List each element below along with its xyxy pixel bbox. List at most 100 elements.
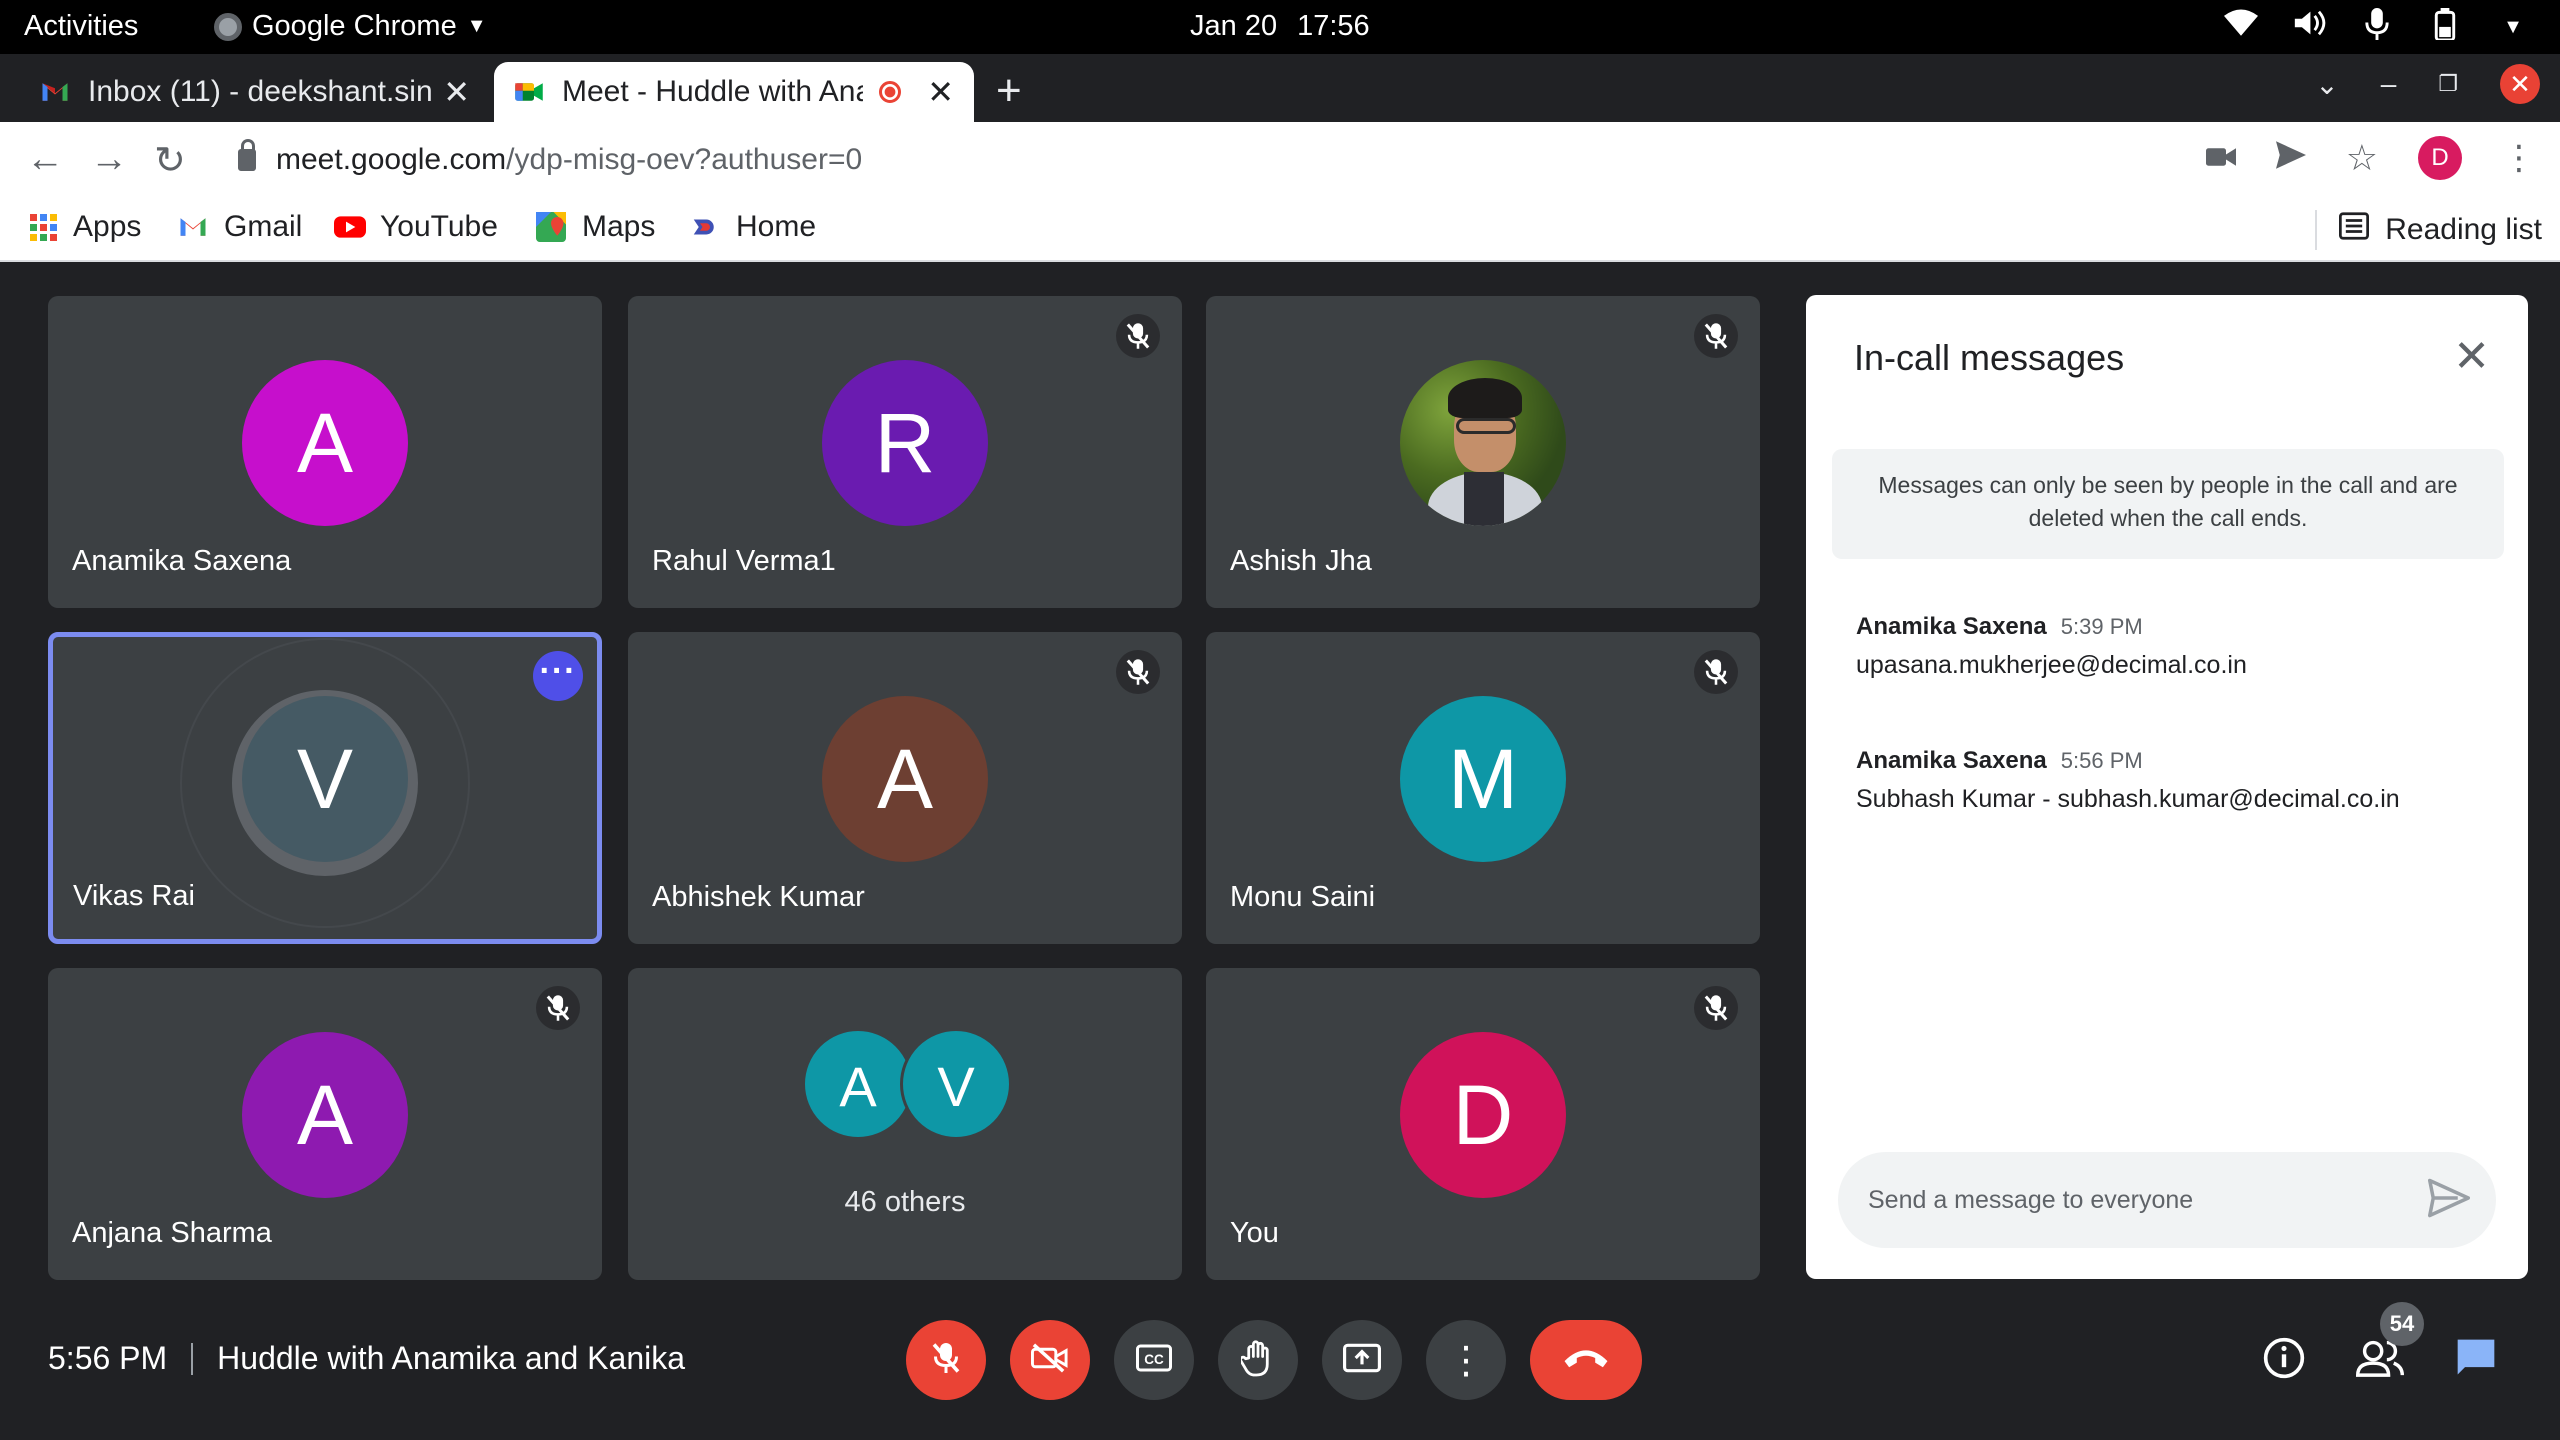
forward-icon[interactable]: → (90, 138, 128, 181)
avatar: D (1400, 1032, 1566, 1198)
browser-menu-icon[interactable]: ⋮ (2502, 138, 2536, 178)
present-icon (1343, 1343, 1381, 1378)
raise-hand-button[interactable] (1218, 1320, 1298, 1400)
window-controls: ⌄ – ❐ ✕ (2315, 64, 2540, 104)
send-icon[interactable] (2428, 1178, 2470, 1223)
reading-list-button[interactable]: Reading list (2315, 210, 2542, 250)
reload-icon[interactable]: ↻ (154, 138, 186, 183)
camera-toggle-button[interactable] (1010, 1320, 1090, 1400)
more-options-icon[interactable]: ··· (533, 651, 583, 701)
system-tray[interactable]: ▼ (2222, 8, 2532, 46)
apps-grid-icon (30, 213, 57, 241)
bookmarks-bar: Apps Gmail YouTube Maps Home Reading lis… (0, 198, 2560, 262)
bookmark-home[interactable]: Home (690, 210, 816, 244)
chrome-icon (214, 12, 242, 41)
in-call-messages-panel: In-call messages ✕ Messages can only be … (1806, 295, 2528, 1279)
captions-button[interactable]: CC (1114, 1320, 1194, 1400)
camera-indicator-icon[interactable] (2205, 139, 2236, 178)
bookmark-youtube[interactable]: YouTube (334, 210, 498, 244)
reading-list-label: Reading list (2385, 213, 2542, 246)
bookmark-label: Gmail (224, 210, 303, 243)
avatar: V (242, 696, 408, 862)
call-end-icon (1563, 1347, 1609, 1374)
chat-notice: Messages can only be seen by people in t… (1832, 449, 2504, 559)
leave-call-button[interactable] (1530, 1320, 1642, 1400)
caret-down-icon: ▼ (466, 15, 487, 37)
participant-name: Anjana Sharma (72, 1217, 272, 1249)
url-path: /ydp-misg-oev?authuser=0 (506, 143, 863, 176)
app-menu-label: Google Chrome (252, 10, 457, 42)
participant-name: You (1230, 1217, 1279, 1249)
participant-tile[interactable]: Ashish Jha (1206, 296, 1760, 608)
message-time: 5:56 PM (2060, 748, 2143, 773)
address-bar[interactable]: meet.google.com/ydp-misg-oev?authuser=0 (216, 130, 2216, 190)
avatar: A (822, 696, 988, 862)
chat-message: Anamika Saxena 5:56 PM Subhash Kumar - su… (1856, 747, 2400, 814)
message-sender: Anamika Saxena (1856, 747, 2047, 774)
more-options-button[interactable]: ⋮ (1426, 1320, 1506, 1400)
meeting-details-button[interactable] (2256, 1332, 2312, 1388)
participant-tile[interactable]: M Monu Saini (1206, 632, 1760, 944)
participant-tile[interactable]: A Abhishek Kumar (628, 632, 1182, 944)
message-input[interactable] (1868, 1176, 2408, 1224)
participant-tile-active-speaker[interactable]: V ··· Vikas Rai (48, 632, 602, 944)
back-icon[interactable]: ← (26, 138, 64, 181)
avatar: M (1400, 696, 1566, 862)
chat-button[interactable] (2448, 1332, 2504, 1388)
reading-list-icon (2339, 212, 2370, 248)
participant-tile[interactable]: R Rahul Verma1 (628, 296, 1182, 608)
meeting-time: 5:56 PM (48, 1340, 168, 1376)
bookmark-maps[interactable]: Maps (536, 210, 655, 244)
participant-tile[interactable]: A Anjana Sharma (48, 968, 602, 1280)
tab-search-icon[interactable]: ⌄ (2315, 68, 2338, 101)
send-tab-icon[interactable] (2275, 139, 2306, 178)
message-time: 5:39 PM (2060, 614, 2143, 639)
gmail-icon (40, 77, 70, 107)
tab-gmail[interactable]: Inbox (11) - deekshant.singh ✕ (20, 62, 490, 122)
restore-icon[interactable]: ❐ (2438, 71, 2458, 97)
more-vert-icon: ⋮ (1447, 1339, 1485, 1382)
message-text: upasana.mukherjee@decimal.co.in (1856, 651, 2247, 679)
microphone-toggle-button[interactable] (906, 1320, 986, 1400)
panel-title: In-call messages (1854, 337, 2125, 378)
mic-off-icon (1694, 650, 1738, 694)
bookmark-apps[interactable]: Apps (30, 210, 141, 244)
avatar: A (242, 360, 408, 526)
present-screen-button[interactable] (1322, 1320, 1402, 1400)
close-tab-icon[interactable]: ✕ (443, 73, 470, 111)
participant-name: Abhishek Kumar (652, 881, 865, 913)
clock-date: Jan 20 (1190, 10, 1278, 42)
self-tile[interactable]: D You (1206, 968, 1760, 1280)
clock[interactable]: Jan 20 17:56 (1190, 10, 1370, 43)
camera-off-icon (1031, 1343, 1069, 1378)
gmail-icon (178, 212, 208, 242)
bookmark-gmail[interactable]: Gmail (178, 210, 302, 244)
activities-button[interactable]: Activities (24, 10, 138, 43)
lock-icon[interactable] (238, 139, 256, 171)
close-tab-icon[interactable]: ✕ (927, 73, 954, 111)
minimize-icon[interactable]: – (2381, 68, 2397, 100)
info-icon (2262, 1336, 2306, 1385)
mic-off-icon (931, 1341, 961, 1380)
bookmark-label: YouTube (380, 210, 498, 243)
others-tile[interactable]: A V 46 others (628, 968, 1182, 1280)
closed-captions-icon: CC (1136, 1344, 1172, 1377)
svg-text:CC: CC (1144, 1352, 1164, 1367)
toolbar-actions: ☆ D ⋮ (2205, 136, 2536, 180)
close-window-icon[interactable]: ✕ (2500, 64, 2540, 104)
meeting-name: Huddle with Anamika and Kanika (217, 1340, 686, 1376)
app-menu[interactable]: Google Chrome ▼ (214, 10, 487, 43)
avatar: V (900, 1028, 1012, 1140)
close-panel-icon[interactable]: ✕ (2453, 331, 2490, 382)
bookmark-star-icon[interactable]: ☆ (2346, 137, 2378, 179)
avatar: A (242, 1032, 408, 1198)
tab-meet[interactable]: Meet - Huddle with Anamika ✕ (494, 62, 974, 122)
bookmark-label: Home (736, 210, 817, 243)
chat-message: Anamika Saxena 5:39 PM upasana.mukherjee@… (1856, 613, 2247, 680)
volume-icon (2290, 8, 2328, 46)
new-tab-button[interactable]: + (996, 66, 1022, 116)
participant-tile[interactable]: A Anamika Saxena (48, 296, 602, 608)
profile-avatar[interactable]: D (2418, 136, 2462, 180)
divider (191, 1342, 194, 1375)
participant-name: Anamika Saxena (72, 545, 292, 577)
